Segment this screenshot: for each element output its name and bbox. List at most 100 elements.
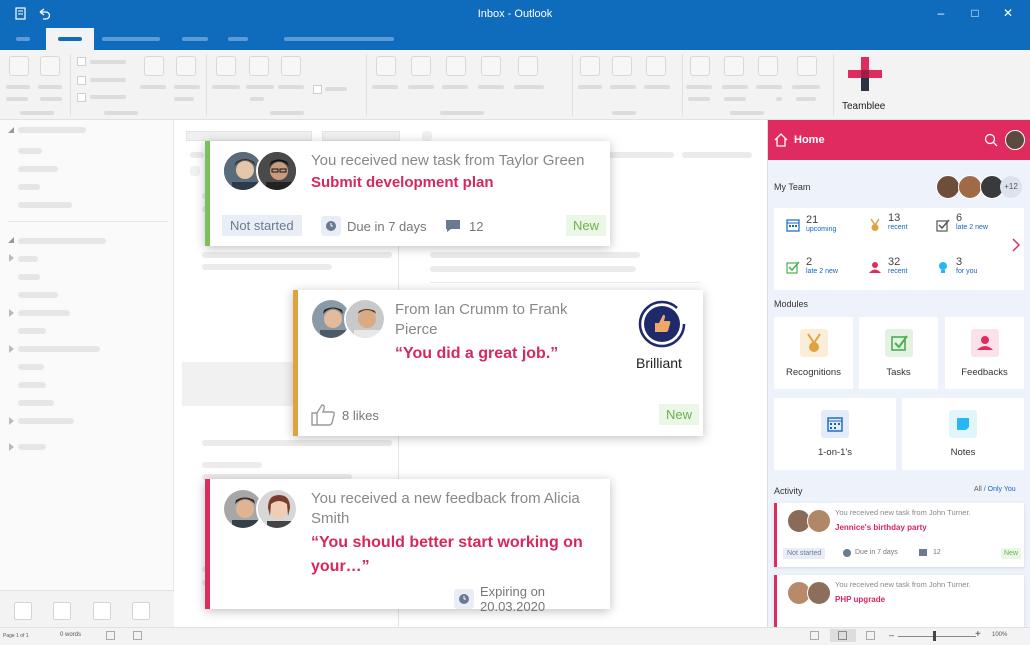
nav-mail[interactable] — [14, 602, 32, 620]
recognition-notification-card[interactable]: From Ian Crumm to Frank Pierce “You did … — [293, 290, 703, 436]
comment-icon — [919, 549, 927, 556]
expand-caret-icon[interactable] — [9, 309, 14, 317]
activity-filter[interactable]: All / Only You — [974, 486, 1016, 493]
proofing-icon[interactable] — [106, 631, 115, 640]
ribbon-rules[interactable] — [612, 56, 632, 76]
ribbon-quick-step-3[interactable] — [446, 56, 466, 76]
user-avatar[interactable] — [1005, 130, 1025, 150]
ribbon-quick-step-1[interactable] — [376, 56, 396, 76]
modules-label: Modules — [774, 299, 809, 309]
module-one-on-ones[interactable]: 1-on-1's — [774, 398, 896, 470]
ribbon-quick-step-4[interactable] — [481, 56, 501, 76]
avatar — [807, 509, 831, 533]
filter-only-you[interactable]: Only You — [988, 486, 1016, 493]
close-button[interactable]: ✕ — [999, 4, 1017, 22]
ribbon-archive[interactable] — [176, 56, 196, 76]
expand-caret-icon[interactable] — [9, 345, 14, 353]
expand-caret-icon[interactable] — [9, 254, 14, 262]
collapse-caret-icon[interactable] — [8, 237, 14, 243]
zoom-level[interactable]: 100% — [992, 632, 1007, 638]
nav-people[interactable] — [93, 602, 111, 620]
stat-tasks-late[interactable]: 2 late 2 new — [806, 256, 838, 275]
feedback-person-icon — [869, 262, 881, 273]
zoom-slider[interactable] — [898, 636, 976, 637]
expand-caret-icon[interactable] — [9, 443, 14, 451]
search-icon[interactable] — [984, 133, 998, 147]
stat-feedbacks[interactable]: 32 recent — [888, 256, 907, 275]
team-avatar[interactable] — [936, 175, 960, 199]
home-label[interactable]: Home — [794, 134, 825, 146]
ribbon-forward[interactable] — [281, 56, 301, 76]
maximize-button[interactable]: □ — [966, 4, 984, 22]
activity-item[interactable]: You received new task from John Turner. … — [774, 575, 1024, 627]
ribbon-categorize[interactable] — [724, 56, 744, 76]
stat-recognitions[interactable]: 13 recent — [888, 212, 907, 231]
view-mode-web[interactable] — [866, 631, 875, 640]
view-mode-read[interactable] — [810, 631, 819, 640]
ribbon-reply-all[interactable] — [249, 56, 269, 76]
ribbon-new-email[interactable] — [9, 56, 29, 76]
due-label: Due in 7 days — [855, 549, 898, 556]
lightbulb-icon — [939, 262, 947, 273]
module-recognitions[interactable]: Recognitions — [774, 317, 853, 389]
card-quote: “You should better start working on your… — [311, 534, 583, 575]
like-icon[interactable] — [310, 404, 336, 426]
module-feedbacks[interactable]: Feedbacks — [945, 317, 1024, 389]
avatar — [256, 488, 298, 530]
ribbon-delete[interactable] — [144, 56, 164, 76]
feedback-notification-card[interactable]: You received a new feedback from Alicia … — [205, 479, 610, 614]
tab-file[interactable] — [16, 37, 30, 41]
home-icon[interactable] — [774, 133, 788, 147]
team-avatar[interactable] — [958, 175, 982, 199]
stat-upcoming[interactable]: 21 upcoming — [806, 214, 836, 233]
minimize-button[interactable]: – — [932, 4, 950, 22]
tab-view[interactable] — [228, 37, 248, 41]
folder-pane — [0, 120, 174, 627]
ribbon-onenote[interactable] — [646, 56, 666, 76]
tab-folder[interactable] — [182, 37, 208, 41]
ribbon-move[interactable] — [580, 56, 600, 76]
team-more-count[interactable]: +12 — [1000, 176, 1022, 198]
task-notification-card[interactable]: You received new task from Taylor Green … — [205, 141, 610, 246]
accessibility-icon[interactable] — [133, 631, 142, 640]
stat-for-you[interactable]: 3 for you — [956, 256, 977, 275]
comments[interactable]: 12 — [443, 216, 483, 236]
likes[interactable]: 8 likes — [310, 404, 379, 426]
expand-caret-icon[interactable] — [9, 417, 14, 425]
module-notes[interactable]: Notes — [902, 398, 1024, 470]
comment-count: 12 — [469, 218, 484, 234]
avatar — [807, 581, 831, 605]
task-check-icon — [885, 329, 913, 357]
ribbon-quick-step-5[interactable] — [518, 56, 538, 76]
module-tasks[interactable]: Tasks — [859, 317, 938, 389]
ribbon-search-people[interactable] — [797, 56, 817, 76]
nav-tasks[interactable] — [132, 602, 150, 620]
chevron-right-icon[interactable] — [1012, 238, 1020, 252]
ribbon-follow-up[interactable] — [758, 56, 778, 76]
thumbs-up-award-icon — [638, 300, 686, 348]
zoom-out-button[interactable]: – — [889, 630, 894, 640]
ribbon-quick-step-2[interactable] — [411, 56, 431, 76]
teamblee-logo-icon — [848, 57, 882, 91]
activity-label: Activity — [774, 486, 803, 496]
filter-all[interactable]: All — [974, 486, 982, 493]
ribbon-unread[interactable] — [690, 56, 710, 76]
page-indicator: Page 1 of 1 — [3, 633, 29, 639]
tab-tell-me[interactable] — [284, 37, 394, 41]
due-date: Due in 7 days — [321, 216, 427, 236]
ribbon-new-items[interactable] — [40, 56, 60, 76]
comment-icon — [443, 216, 463, 236]
calendar-icon — [786, 219, 800, 232]
stat-late[interactable]: 6 late 2 new — [956, 212, 988, 231]
calendar-icon — [821, 410, 849, 438]
activity-item[interactable]: You received new task from John Turner. … — [774, 503, 1024, 567]
teamblee-ribbon-button[interactable]: Teamblee — [836, 50, 896, 120]
view-mode-print[interactable] — [830, 629, 856, 642]
zoom-slider-thumb[interactable] — [933, 631, 936, 641]
nav-calendar[interactable] — [53, 602, 71, 620]
card-title: From Ian Crumm to Frank Pierce — [395, 301, 568, 338]
collapse-caret-icon[interactable] — [8, 127, 14, 133]
ribbon-reply[interactable] — [216, 56, 236, 76]
tab-send-receive[interactable] — [102, 37, 160, 41]
zoom-in-button[interactable]: + — [975, 629, 981, 640]
